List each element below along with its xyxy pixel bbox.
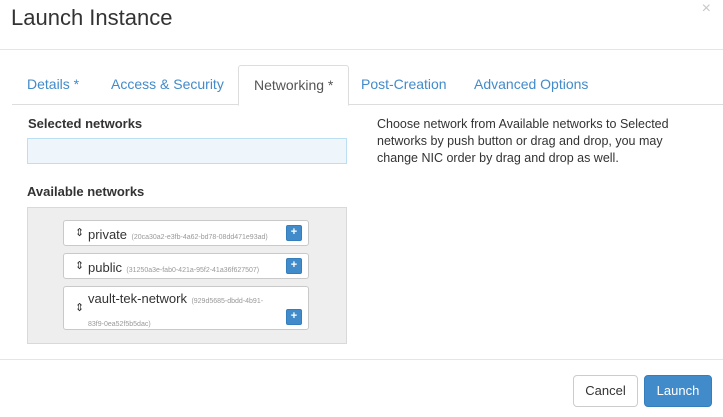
tab-access-security[interactable]: Access & Security (96, 65, 239, 105)
network-label: vault-tek-network (929d5685-dbdd-4b91-83… (88, 289, 278, 335)
selected-networks-dropzone[interactable] (27, 138, 347, 164)
selected-networks-label: Selected networks (28, 116, 143, 131)
add-network-button[interactable]: + (286, 225, 302, 241)
add-network-button[interactable]: + (286, 309, 302, 325)
network-label: public (31250a3e-fab0-421a-95f2-41a36f62… (88, 259, 259, 277)
network-name: vault-tek-network (88, 291, 187, 306)
tab-bar: Details * Access & Security Networking *… (12, 65, 723, 106)
networking-help-text: Choose network from Available networks t… (377, 117, 669, 165)
add-network-button[interactable]: + (286, 258, 302, 274)
tab-advanced-options[interactable]: Advanced Options (459, 65, 603, 105)
network-name: public (88, 260, 122, 275)
footer-divider (0, 359, 723, 360)
network-label: private (20ca30a2-e3fb-4a62-bd78-08dd471… (88, 226, 268, 244)
modal-title: Launch Instance (11, 5, 173, 30)
cancel-button[interactable]: Cancel (573, 375, 638, 407)
tab-networking[interactable]: Networking * (238, 65, 350, 106)
network-item-private[interactable]: ⇕ private (20ca30a2-e3fb-4a62-bd78-08dd4… (63, 220, 309, 246)
modal-header: Launch Instance × (0, 0, 723, 50)
network-name: private (88, 227, 128, 242)
sort-handle-icon[interactable]: ⇕ (75, 228, 84, 239)
tab-details[interactable]: Details * (12, 65, 94, 105)
network-id: (31250a3e-fab0-421a-95f2-41a36f627507) (126, 267, 260, 274)
sort-handle-icon[interactable]: ⇕ (75, 261, 84, 272)
tab-post-creation[interactable]: Post-Creation (346, 65, 462, 105)
launch-button[interactable]: Launch (644, 375, 712, 407)
sort-handle-icon[interactable]: ⇕ (75, 303, 84, 314)
close-icon[interactable]: × (702, 0, 711, 18)
network-item-vault-tek-network[interactable]: ⇕ vault-tek-network (929d5685-dbdd-4b91-… (63, 286, 309, 330)
network-item-public[interactable]: ⇕ public (31250a3e-fab0-421a-95f2-41a36f… (63, 253, 309, 279)
available-networks-label: Available networks (27, 184, 145, 199)
network-id: (20ca30a2-e3fb-4a62-bd78-08dd471e93ad) (131, 234, 268, 241)
